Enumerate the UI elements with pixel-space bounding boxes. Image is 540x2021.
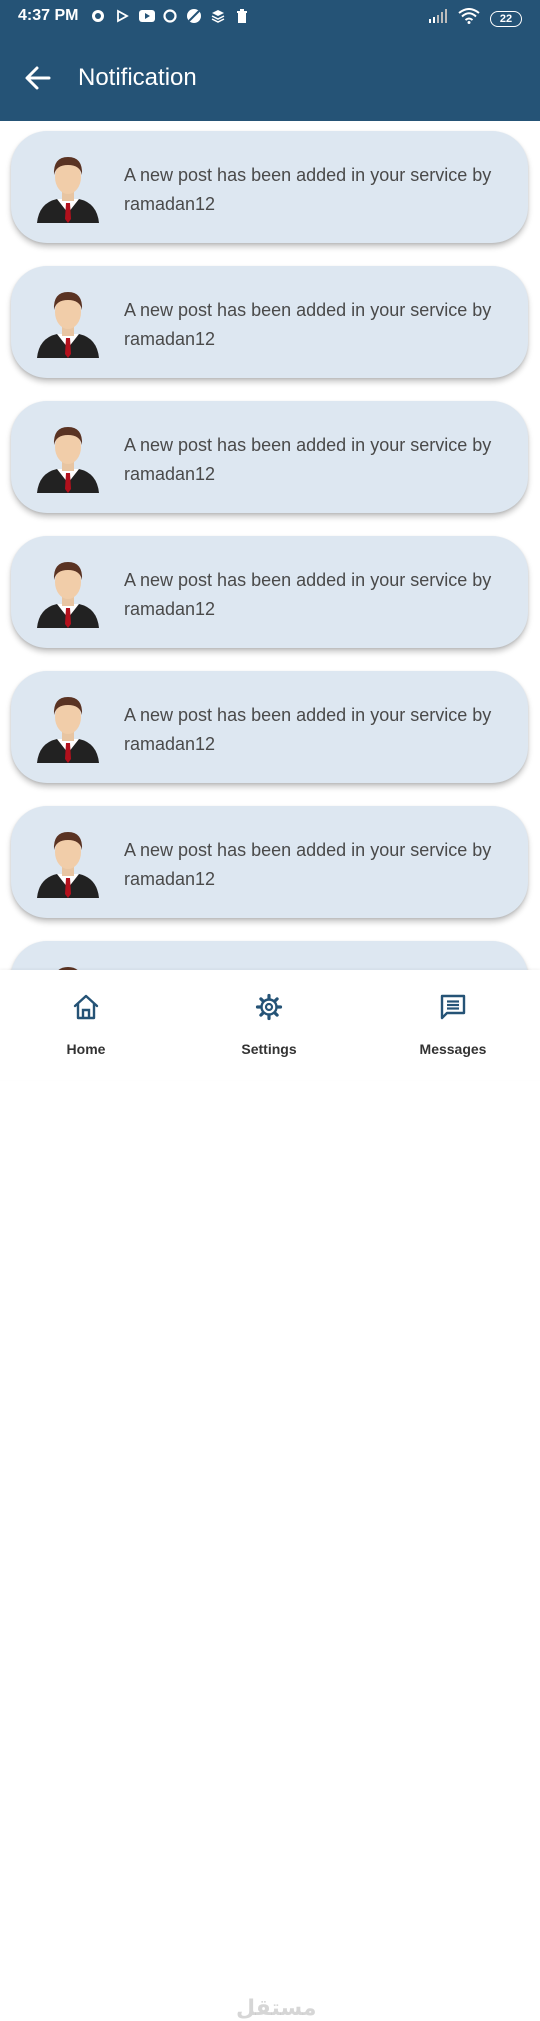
avatar [58, 967, 78, 970]
signal-icon [428, 9, 448, 28]
notification-card[interactable]: A new post has been added in your servic… [11, 401, 528, 513]
avatar [37, 157, 99, 223]
notification-text: A new post has been added in your servic… [124, 165, 492, 214]
notification-card[interactable]: A new post has been added in your servic… [11, 536, 528, 648]
app-bar: Notification [0, 44, 540, 114]
block-icon [186, 8, 202, 24]
notification-text: A new post has been added in your servic… [124, 705, 492, 754]
avatar [37, 697, 99, 763]
message-icon [440, 994, 466, 1020]
avatar [37, 832, 99, 898]
avatar [37, 427, 99, 493]
avatar [37, 562, 99, 628]
chat-icon [90, 8, 106, 24]
watermark: مستقل [236, 1996, 317, 2021]
notification-text: A new post has been added in your servic… [124, 435, 492, 484]
youtube-icon [138, 8, 155, 24]
notification-card[interactable]: A new post has been added in your servic… [11, 131, 528, 243]
trash-icon [234, 8, 250, 24]
notification-icons [90, 8, 250, 24]
page-title: Notification [78, 64, 197, 91]
home-icon [73, 994, 99, 1020]
system-icons: 22 [428, 8, 522, 29]
status-bar: 4:37 PM 22 [0, 0, 540, 34]
nav-label: Home [66, 1041, 106, 1057]
play-icon [114, 8, 130, 24]
wifi-icon [458, 8, 480, 29]
layers-icon [210, 8, 226, 24]
opera-icon [162, 8, 178, 24]
back-button[interactable] [22, 62, 54, 94]
notification-text: A new post has been added in your servic… [124, 300, 492, 349]
nav-home[interactable]: Home [26, 970, 146, 1080]
app-header: 4:37 PM 22 Notification [0, 0, 540, 121]
status-time: 4:37 PM [18, 7, 79, 24]
arrow-left-icon [25, 66, 51, 90]
gear-icon [255, 993, 283, 1021]
notification-text: A new post has been added in your servic… [124, 570, 492, 619]
nav-settings[interactable]: Settings [209, 970, 329, 1080]
nav-messages[interactable]: Messages [393, 970, 513, 1080]
notification-card[interactable] [11, 941, 528, 970]
notification-card[interactable]: A new post has been added in your servic… [11, 671, 528, 783]
battery-indicator: 22 [490, 10, 522, 27]
nav-label: Settings [241, 1041, 297, 1057]
nav-label: Messages [419, 1041, 487, 1057]
notification-list[interactable]: A new post has been added in your servic… [0, 121, 540, 970]
notification-text: A new post has been added in your servic… [124, 840, 492, 889]
notification-card[interactable]: A new post has been added in your servic… [11, 806, 528, 918]
avatar [37, 292, 99, 358]
bottom-navigation: Home Settings Messages مستقل [0, 970, 540, 2021]
notification-card[interactable]: A new post has been added in your servic… [11, 266, 528, 378]
